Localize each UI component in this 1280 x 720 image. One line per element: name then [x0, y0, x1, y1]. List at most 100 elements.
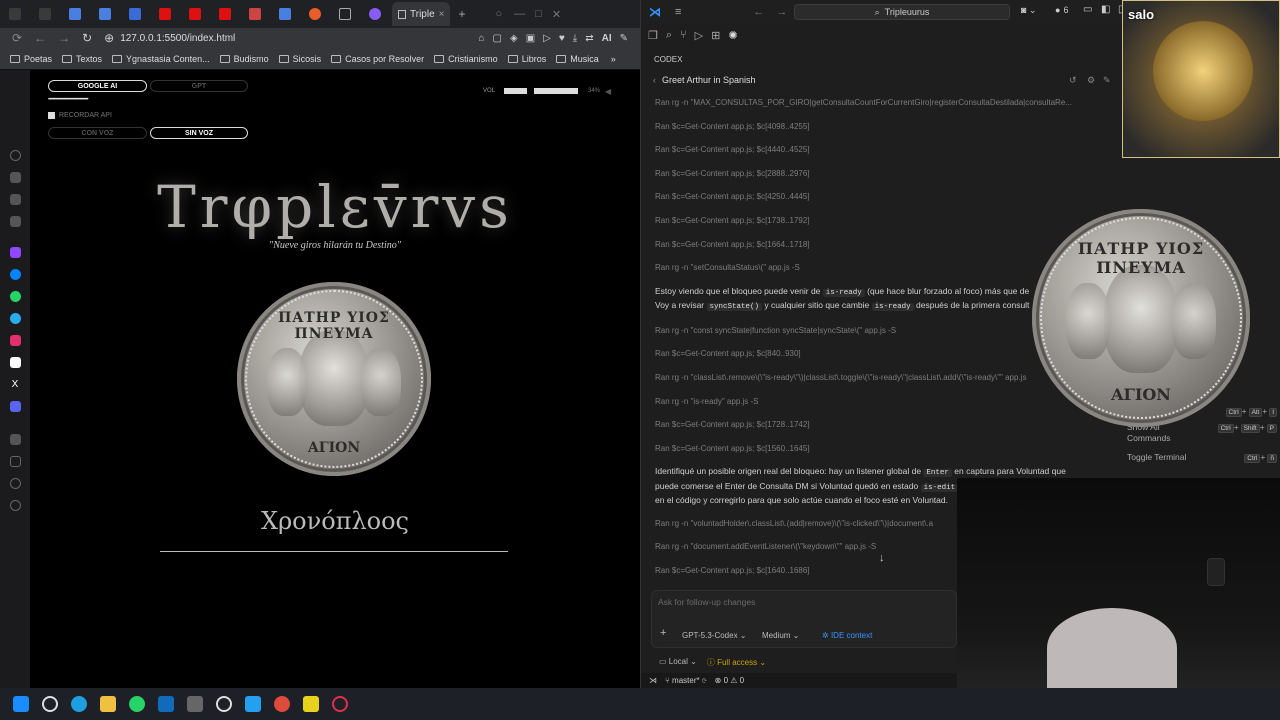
refresh-icon[interactable]: ↻: [82, 31, 92, 45]
run-icon[interactable]: ▷: [695, 29, 703, 42]
menu-icon[interactable]: ≡: [675, 6, 681, 18]
volume-slider[interactable]: [534, 88, 578, 94]
codex-icon[interactable]: ✺: [728, 29, 737, 42]
source-control-icon[interactable]: ⑂: [680, 29, 687, 41]
arrow-icon[interactable]: [9, 194, 21, 205]
windows-start-icon[interactable]: [13, 696, 29, 712]
chatgpt-icon[interactable]: [216, 696, 232, 712]
bookmark-item[interactable]: Sicosis: [278, 54, 321, 64]
search-icon[interactable]: ⌕: [666, 29, 672, 42]
sin-voz-button[interactable]: SIN VOZ: [150, 127, 248, 139]
twitch-icon[interactable]: [9, 247, 21, 258]
new-tab-icon[interactable]: +: [458, 7, 465, 21]
heart-icon[interactable]: ♥: [559, 33, 565, 44]
tab-docs-icon[interactable]: [279, 8, 291, 20]
instagram-icon[interactable]: [9, 335, 21, 346]
tab-app-icon[interactable]: [369, 8, 381, 20]
google-ai-button[interactable]: GOOGLE AI: [48, 80, 147, 92]
whatsapp-icon[interactable]: [9, 291, 21, 302]
add-icon[interactable]: +: [660, 627, 666, 639]
followup-input[interactable]: Ask for follow-up changes + GPT-5.3-Code…: [651, 590, 957, 648]
bookmark-item[interactable]: Ygnastasia Conten...: [112, 54, 210, 64]
bookmark-item[interactable]: Libros: [507, 54, 546, 64]
pin-icon[interactable]: ⌂: [479, 33, 485, 44]
explorer-icon[interactable]: ❐: [648, 29, 658, 42]
settings-icon[interactable]: ⚙: [1087, 75, 1095, 86]
back-icon[interactable]: ←: [753, 6, 764, 18]
api-key-field[interactable]: ••••••••••••••••••••••••••••••••••••: [48, 97, 89, 103]
access-select[interactable]: ⓘ Full access ⌄: [707, 657, 766, 668]
maximize-icon[interactable]: □: [535, 8, 542, 20]
search-icon[interactable]: [42, 696, 58, 712]
thread-title[interactable]: ‹ Greet Arthur in Spanish: [653, 75, 756, 85]
bookmark-item[interactable]: Cristianismo: [434, 54, 498, 64]
tab-page-icon[interactable]: [339, 8, 351, 20]
new-thread-icon[interactable]: ✎: [1103, 75, 1111, 86]
browser-icon[interactable]: [274, 696, 290, 712]
branch-indicator[interactable]: ⑂ master* ⟳: [665, 676, 707, 685]
gpt-button[interactable]: GPT: [150, 80, 248, 92]
tab-word-icon[interactable]: [129, 8, 141, 20]
settings-icon[interactable]: [9, 500, 21, 511]
pen-icon[interactable]: ✎: [620, 33, 628, 44]
url-field[interactable]: 127.0.0.1:5500/index.html: [120, 33, 235, 44]
ide-context-toggle[interactable]: ✲ IDE context: [822, 631, 872, 640]
forward-icon[interactable]: →: [776, 6, 787, 18]
tab-active[interactable]: Triple ×: [392, 2, 451, 26]
tab-app-icon[interactable]: [249, 8, 261, 20]
bookmark-item[interactable]: Musica: [556, 54, 599, 64]
tab-groups-icon[interactable]: [39, 8, 51, 20]
tab-youtube-icon[interactable]: [219, 8, 231, 20]
toggle-terminal-hint[interactable]: Toggle Terminal: [1127, 452, 1186, 462]
vscode-icon[interactable]: [245, 696, 261, 712]
bookmark-item[interactable]: Textos: [62, 54, 102, 64]
close-icon[interactable]: ×: [439, 9, 445, 20]
clock-icon[interactable]: [9, 478, 21, 489]
tab-docs-icon[interactable]: [99, 8, 111, 20]
bookmark-item[interactable]: Budismo: [219, 54, 269, 64]
whatsapp-icon[interactable]: [129, 696, 145, 712]
layout-icon[interactable]: ▭: [1083, 4, 1092, 15]
edge-icon[interactable]: [71, 696, 87, 712]
tab-youtube-icon[interactable]: [159, 8, 171, 20]
notification-badge[interactable]: ● 6: [1055, 5, 1068, 15]
extensions-icon[interactable]: ⊞: [711, 29, 720, 42]
minimize-icon[interactable]: —: [514, 8, 525, 20]
save-icon[interactable]: ▣: [526, 33, 535, 44]
tab-actions-icon[interactable]: [9, 8, 21, 20]
tab-youtube-icon[interactable]: [189, 8, 201, 20]
discord-icon[interactable]: [9, 401, 21, 412]
bookmark-item[interactable]: Poetas: [10, 54, 52, 64]
info-icon[interactable]: ⊕: [104, 31, 114, 45]
messenger-icon[interactable]: [9, 269, 21, 280]
tab-firefox-icon[interactable]: [309, 8, 321, 20]
close-window-icon[interactable]: ✕: [552, 8, 561, 21]
store-icon[interactable]: [158, 696, 174, 712]
back-icon[interactable]: ‹: [653, 75, 656, 85]
screenshot-icon[interactable]: ▢: [493, 33, 502, 44]
telegram-icon[interactable]: [9, 313, 21, 324]
volume-bar-left[interactable]: [504, 88, 527, 94]
notes-icon[interactable]: [303, 696, 319, 712]
reader-icon[interactable]: [9, 456, 21, 467]
tab-docs-icon[interactable]: [69, 8, 81, 20]
back-icon[interactable]: ←: [34, 31, 46, 45]
app-icon[interactable]: [187, 696, 203, 712]
bag-icon[interactable]: [9, 172, 21, 183]
translate-icon[interactable]: ⇄: [585, 33, 593, 44]
history-icon[interactable]: ↺: [1069, 75, 1077, 86]
more-bookmarks-icon[interactable]: »: [611, 54, 616, 64]
copilot-icon[interactable]: ◙ ⌄: [1021, 5, 1036, 16]
problems-indicator[interactable]: ⊗ 0 ⚠ 0: [715, 676, 744, 685]
command-center-search[interactable]: ⌕ Tripleuurus: [794, 4, 1010, 20]
forward-icon[interactable]: →: [58, 31, 70, 45]
tiktok-icon[interactable]: [9, 357, 21, 368]
local-select[interactable]: ▭ Local ⌄: [659, 657, 697, 668]
remember-api-checkbox[interactable]: RECORDAR API: [48, 112, 112, 119]
ai-extension[interactable]: AI: [602, 33, 612, 44]
effort-select[interactable]: Medium ⌄: [762, 631, 799, 640]
reload-icon[interactable]: ⟳: [12, 31, 22, 45]
remote-icon[interactable]: ⋊: [649, 676, 657, 685]
con-voz-button[interactable]: CON VOZ: [48, 127, 147, 139]
speaker-icon[interactable]: ◀: [605, 87, 611, 96]
